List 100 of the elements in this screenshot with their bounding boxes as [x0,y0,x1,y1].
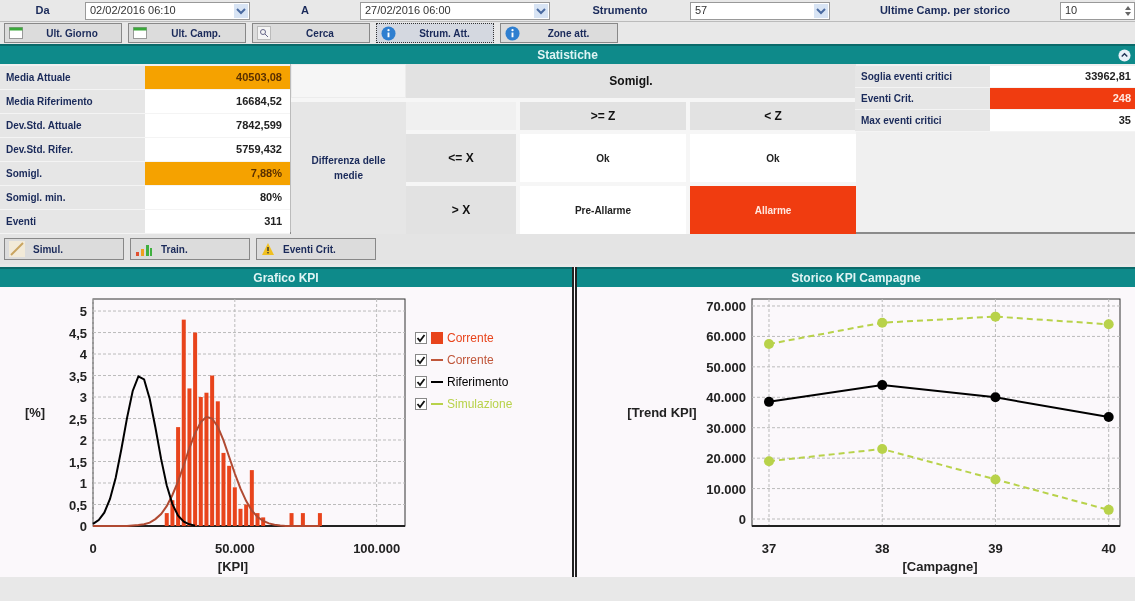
x-tick-label: 38 [875,541,890,556]
metric-label: Somigl. min. [0,186,145,210]
column-header: >= Z [516,98,686,130]
data-point [990,392,1001,403]
warning-icon [261,242,275,256]
spinner-field[interactable]: 10 [1060,1,1135,20]
info-icon [505,25,520,41]
panel-title: Grafico KPI [253,270,319,287]
metric-label: Somigl. [0,162,145,186]
critical-value: 35 [990,110,1135,132]
toolbar-button[interactable]: Ult. Giorno [4,23,122,43]
y-axis-title: [%] [24,405,46,420]
metric-value: 80% [145,186,290,210]
row-header: > X [406,182,516,234]
calendar-icon [133,27,147,39]
y-tick-label: 0 [738,512,746,527]
y-axis-title: [Trend KPI] [627,405,697,420]
y-tick-label: 2 [79,433,87,448]
data-point [877,380,888,391]
x-tick-label: 37 [761,541,777,556]
y-tick-label: 0 [79,519,87,534]
y-tick-label: 0,5 [68,497,87,513]
metric-value: 7842,599 [145,114,290,138]
row-group-header: Differenza delle medie [291,98,406,234]
calendar-icon [9,27,23,39]
y-tick-label: 20.000 [706,451,746,467]
search-icon [257,26,271,40]
metric-value: 311 [145,210,290,234]
metric-value: 16684,52 [145,90,290,114]
column-group-header: Somigl. [406,64,856,98]
data-point [990,474,1001,485]
dropdown-field[interactable]: 57 [690,1,830,20]
histogram-bar [300,513,305,526]
y-tick-label: 1,5 [68,454,87,470]
panel-title: Storico KPI Campagne [791,270,921,287]
toolbar-button[interactable]: Ult. Camp. [128,23,246,43]
action-button[interactable]: Eventi Crit. [256,238,376,260]
filter-label: Da [34,3,51,19]
data-point [764,456,774,467]
metric-value: 5759,432 [145,138,290,162]
action-button[interactable]: Train. [130,238,250,260]
critical-value: 33962,81 [990,66,1135,88]
chevron-down-icon [234,3,248,18]
data-point [764,339,774,350]
y-tick-label: 4 [79,347,87,363]
column-header: < Z [686,98,856,130]
info-icon [381,25,396,41]
collapse-icon[interactable] [1118,49,1131,62]
data-point [1103,504,1114,515]
metric-label: Dev.Std. Rifer. [0,138,145,162]
matrix-cell: Allarme [686,182,856,234]
metric-value: 7,88% [145,162,290,186]
critical-label: Max eventi critici [855,110,990,132]
matrix-cell: Ok [516,130,686,182]
critical-label: Soglia eventi critici [855,66,990,88]
pencil-icon [9,241,25,257]
toolbar-button[interactable]: Zone att. [500,23,618,43]
y-tick-label: 30.000 [706,420,746,436]
y-tick-label: 2,5 [68,411,87,427]
x-tick-label: 40 [1101,541,1116,556]
y-tick-label: 10.000 [706,481,746,497]
filter-label: Ultime Camp. per storico [878,3,1012,19]
chevron-down-icon [814,3,828,18]
data-point [1103,412,1114,423]
legend-label: Corrente [447,330,494,347]
toolbar-button[interactable]: Cerca [252,23,370,43]
legend-label: Corrente [447,352,494,369]
histogram-bar [289,513,294,526]
y-tick-label: 3 [79,390,87,405]
y-tick-label: 40.000 [706,390,746,406]
legend-checkbox[interactable] [415,354,427,366]
metric-label: Media Attuale [0,66,145,90]
y-tick-label: 4,5 [68,325,87,341]
data-point [764,396,774,407]
y-tick-label: 3,5 [68,368,87,384]
dropdown-field[interactable]: 27/02/2016 06:00 [360,1,550,20]
histogram-bar [317,513,322,526]
x-axis-title: [Campagne] [902,559,978,574]
metric-label: Media Riferimento [0,90,145,114]
data-point [990,311,1001,322]
legend-label: Simulazione [447,396,513,413]
legend-checkbox[interactable] [415,376,427,388]
x-axis-title: [KPI] [217,559,249,574]
y-tick-label: 50.000 [706,359,746,375]
action-button[interactable]: Simul. [4,238,124,260]
critical-value: 248 [990,88,1135,110]
filter-label: A [300,3,310,19]
toolbar-button[interactable]: Strum. Att. [376,23,494,43]
x-tick-label: 50.000 [214,541,255,556]
x-tick-label: 100.000 [353,541,401,556]
section-title: Statistiche [537,47,598,64]
x-tick-label: 0 [89,541,97,556]
y-tick-label: 60.000 [706,329,746,345]
matrix-cell: Pre-Allarme [516,182,686,234]
metric-label: Eventi [0,210,145,234]
bar-chart-icon [135,242,153,256]
legend-checkbox[interactable] [415,398,427,410]
dropdown-field[interactable]: 02/02/2016 06:10 [85,1,250,20]
x-tick-label: 39 [988,541,1003,556]
legend-checkbox[interactable] [415,332,427,344]
